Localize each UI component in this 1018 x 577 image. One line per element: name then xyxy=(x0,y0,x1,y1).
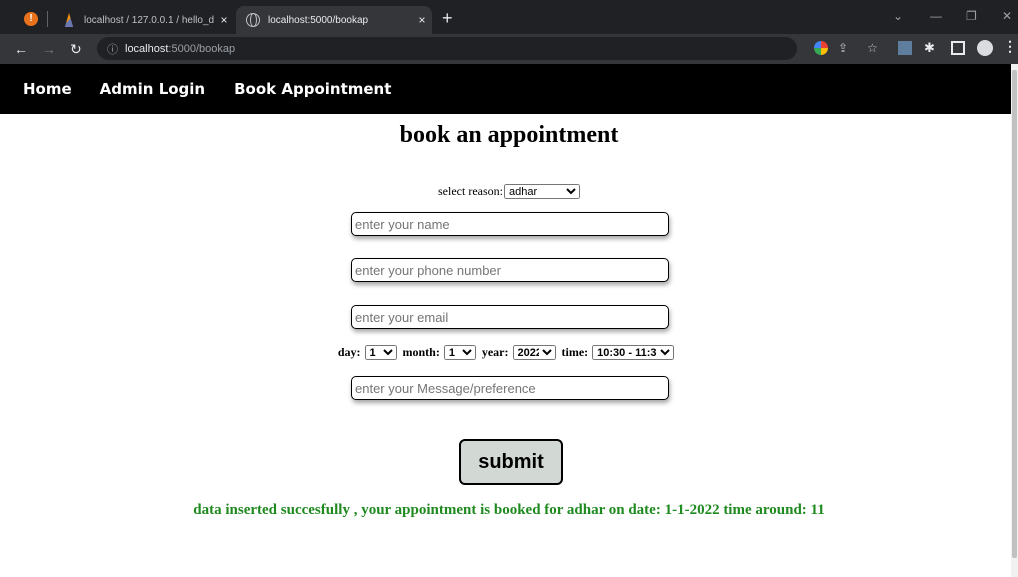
back-arrow-icon[interactable]: ← xyxy=(14,39,28,59)
tab-divider xyxy=(47,11,48,27)
month-select[interactable]: 1 xyxy=(443,345,476,360)
nav-admin-login-link[interactable]: Admin Login xyxy=(100,80,205,98)
minimize-icon[interactable]: — xyxy=(930,9,942,23)
browser-menu-icon[interactable]: ⋮ xyxy=(1003,38,1017,55)
tab-close-icon[interactable]: × xyxy=(412,13,432,27)
reload-icon[interactable]: ↻ xyxy=(70,39,82,59)
google-icon[interactable] xyxy=(814,41,828,55)
tab-search-icon[interactable]: ⌄ xyxy=(893,9,903,23)
alert-icon[interactable]: ! xyxy=(24,12,38,26)
bookmark-star-icon[interactable]: ☆ xyxy=(867,41,878,55)
day-select[interactable]: 1 xyxy=(364,345,397,360)
restore-icon[interactable]: ❐ xyxy=(966,9,977,23)
tab-phpmyadmin[interactable]: localhost / 127.0.0.1 / hello_db / × xyxy=(52,6,234,34)
page-title: book an appointment xyxy=(399,122,619,148)
message-input[interactable] xyxy=(351,376,669,400)
month-label: month: xyxy=(402,345,440,359)
email-input[interactable] xyxy=(351,305,669,329)
result-message: data inserted succesfully , your appoint… xyxy=(193,502,825,518)
extension-icon[interactable] xyxy=(898,41,912,55)
phone-input[interactable] xyxy=(351,258,669,282)
name-input[interactable] xyxy=(351,212,669,236)
new-tab-button[interactable]: + xyxy=(442,8,453,29)
year-label: year: xyxy=(481,345,509,359)
forward-arrow-icon[interactable]: → xyxy=(42,39,56,59)
side-panel-icon[interactable] xyxy=(951,41,965,55)
day-label: day: xyxy=(337,345,361,359)
tab-bookap[interactable]: localhost:5000/bookap × xyxy=(236,6,432,34)
time-label: time: xyxy=(561,345,589,359)
reason-label: select reason: xyxy=(438,184,503,198)
time-select[interactable]: 10:30 - 11:30 xyxy=(592,345,675,360)
globe-icon xyxy=(246,13,260,27)
reason-select[interactable]: adhar xyxy=(503,184,580,199)
year-select[interactable]: 2022 xyxy=(512,345,556,360)
share-icon[interactable]: ⇪ xyxy=(838,41,848,55)
submit-button[interactable]: submit xyxy=(459,439,563,485)
close-window-icon[interactable]: ✕ xyxy=(1002,9,1012,23)
url-path: :5000/bookap xyxy=(168,42,236,55)
site-info-icon[interactable]: ⓘ xyxy=(107,41,118,57)
tab-label: localhost:5000/bookap xyxy=(268,14,369,26)
url-host: localhost xyxy=(125,42,169,55)
tab-label: localhost / 127.0.0.1 / hello_db / xyxy=(84,14,214,26)
address-bar[interactable]: ⓘ localhost:5000/bookap xyxy=(97,37,797,60)
tab-close-icon[interactable]: × xyxy=(214,13,234,27)
nav-book-appointment-link[interactable]: Book Appointment xyxy=(234,80,391,98)
phpmyadmin-icon xyxy=(64,13,74,27)
profile-avatar[interactable] xyxy=(977,40,993,56)
puzzle-icon[interactable]: ✱ xyxy=(924,41,938,55)
browser-tab-strip: ! localhost / 127.0.0.1 / hello_db / × l… xyxy=(0,0,1018,34)
browser-toolbar: ← → ↻ ⓘ localhost:5000/bookap ⇪ ☆ xyxy=(0,34,1018,64)
site-navbar: Home Admin Login Book Appointment xyxy=(0,64,1018,114)
reason-row: select reason: adhar xyxy=(0,184,1018,199)
nav-home-link[interactable]: Home xyxy=(23,80,72,98)
date-time-row: day: 1 month: 1 year: 2022 time: 10:30 -… xyxy=(0,345,1018,360)
